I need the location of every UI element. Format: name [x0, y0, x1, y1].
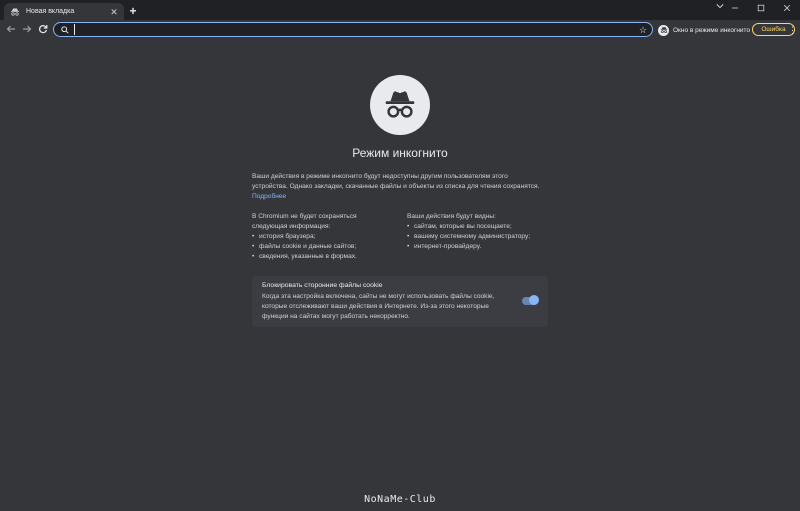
forward-icon[interactable] [21, 24, 33, 36]
list-item: интернет-провайдеру. [407, 242, 552, 252]
window-controls [722, 0, 800, 20]
reload-icon[interactable] [37, 24, 49, 36]
not-saved-heading-1: В Chromium не будет сохраняться [252, 213, 357, 220]
not-saved-list: история браузера; файлы cookie и данные … [252, 232, 397, 262]
list-item: история браузера; [252, 232, 397, 242]
watermark: NoNaMe-Club [364, 494, 436, 505]
star-icon[interactable]: ☆ [637, 24, 649, 36]
not-saved-section: В Chromium не будет сохраняться следующа… [252, 212, 397, 262]
search-input[interactable] [74, 24, 637, 35]
visible-to-section: Ваши действия будут видны: сайтам, котор… [407, 212, 552, 252]
learn-more-link[interactable]: Подробнее [252, 193, 286, 200]
list-item: вашему системному администратору; [407, 232, 552, 242]
minimize-icon[interactable] [722, 0, 748, 16]
incognito-page: Режим инкогнито Ваши действия в режиме и… [0, 40, 800, 511]
toolbar: ☆ Окно в режиме инкогнито Ошибка ⋮ [0, 20, 800, 40]
incognito-icon [10, 7, 20, 17]
cookie-block-card: Блокировать сторонние файлы cookie Когда… [252, 276, 548, 327]
list-item: сайтам, которые вы посещаете; [407, 222, 552, 232]
tab-new-tab[interactable]: Новая вкладка ✕ [4, 3, 124, 20]
cookie-toggle-knob[interactable] [529, 295, 539, 305]
back-icon[interactable] [5, 24, 17, 36]
close-icon[interactable]: ✕ [108, 6, 120, 18]
incognito-icon [370, 75, 430, 135]
intro-body: Ваши действия в режиме инкогнито будут н… [252, 173, 540, 190]
incognito-indicator[interactable]: Окно в режиме инкогнито [658, 24, 750, 36]
intro-text: Ваши действия в режиме инкогнито будут н… [252, 172, 542, 202]
window-close-icon[interactable] [774, 0, 800, 16]
page-title: Режим инкогнито [352, 146, 448, 160]
incognito-label: Окно в режиме инкогнито [673, 26, 751, 34]
new-tab-button[interactable]: + [127, 5, 139, 17]
address-bar[interactable]: ☆ [53, 22, 653, 37]
incognito-icon [658, 24, 669, 36]
search-icon [58, 24, 72, 36]
visible-to-list: сайтам, которые вы посещаете; вашему сис… [407, 222, 552, 252]
tab-title: Новая вкладка [26, 8, 75, 15]
cookie-description: Когда эта настройка включена, сайты не м… [262, 293, 495, 320]
list-item: сведения, указанные в формах. [252, 252, 397, 262]
cookie-title: Блокировать сторонние файлы cookie [262, 282, 383, 289]
tab-strip: Новая вкладка ✕ + [0, 0, 800, 20]
maximize-icon[interactable] [748, 0, 774, 16]
more-icon[interactable]: ⋮ [788, 24, 797, 36]
list-item: файлы cookie и данные сайтов; [252, 242, 397, 252]
not-saved-heading-2: следующая информация: [252, 223, 331, 230]
visible-to-heading: Ваши действия будут видны: [407, 213, 496, 220]
